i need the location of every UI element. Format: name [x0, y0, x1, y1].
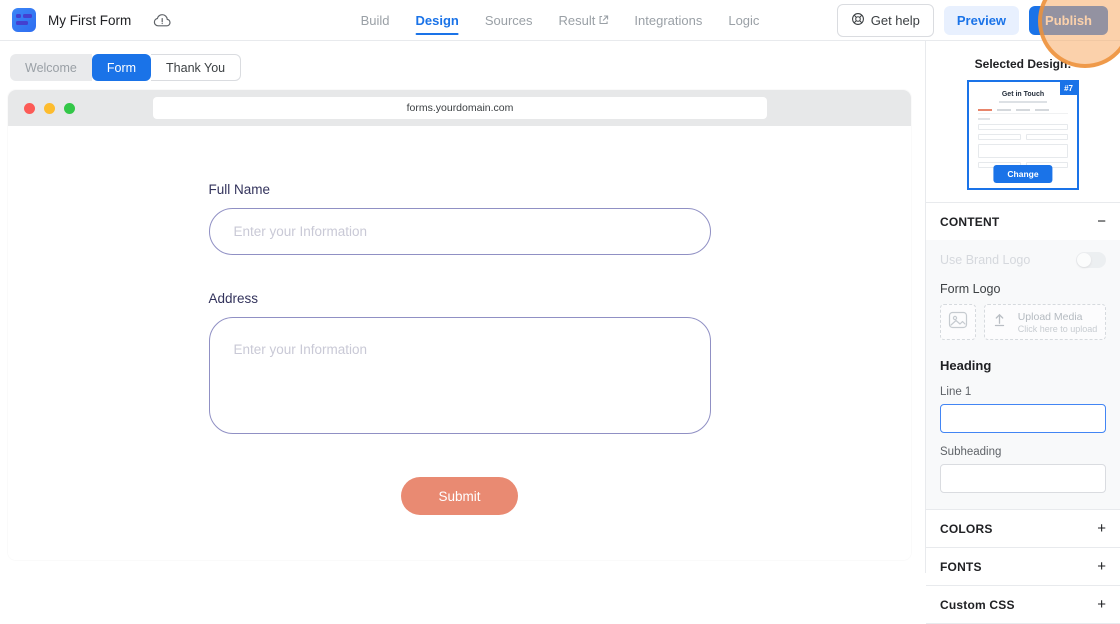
- heading-section-title: Heading: [940, 358, 992, 373]
- fonts-section-header[interactable]: FONTS +: [926, 548, 1120, 585]
- use-brand-logo-label: Use Brand Logo: [940, 253, 1031, 267]
- form-preview-canvas: forms.yourdomain.com Full Name Address S…: [8, 90, 911, 560]
- tab-welcome[interactable]: Welcome: [10, 54, 92, 81]
- form-title: My First Form: [48, 12, 132, 28]
- design-number-badge: #7: [1060, 82, 1077, 95]
- form-fields-column: Full Name Address Submit: [208, 126, 711, 560]
- collapse-icon: −: [1097, 213, 1106, 230]
- image-icon: [948, 311, 968, 334]
- submit-button[interactable]: Submit: [401, 477, 518, 515]
- cloud-sync-icon: [153, 13, 172, 28]
- publish-button[interactable]: Publish: [1029, 5, 1108, 35]
- field-label-full-name: Full Name: [208, 182, 271, 197]
- top-bar: My First Form Build Design Sources Resul…: [0, 0, 1120, 41]
- selected-design-thumbnail[interactable]: #7 Get in Touch Change: [967, 80, 1079, 190]
- traffic-light-yellow: [44, 102, 55, 114]
- expand-icon: +: [1097, 596, 1106, 613]
- line1-label: Line 1: [940, 386, 972, 398]
- address-textarea[interactable]: [208, 317, 711, 434]
- colors-section-header[interactable]: COLORS +: [926, 509, 1120, 547]
- tab-thank-you[interactable]: Thank You: [151, 54, 242, 81]
- nav-item-sources[interactable]: Sources: [485, 0, 533, 41]
- use-brand-logo-toggle[interactable]: [1076, 252, 1106, 268]
- subheading-label: Subheading: [940, 446, 1002, 458]
- preview-button[interactable]: Preview: [943, 5, 1020, 35]
- design-thumb-tabs: [978, 109, 1068, 114]
- nav-item-logic[interactable]: Logic: [728, 0, 759, 41]
- upload-media-dropzone[interactable]: Upload Media Click here to upload: [984, 304, 1106, 340]
- app-window: My First Form Build Design Sources Resul…: [0, 0, 1120, 624]
- main-nav: Build Design Sources Result Integrations…: [361, 0, 759, 41]
- traffic-light-red: [24, 102, 35, 114]
- help-lifebuoy-icon: [851, 12, 865, 29]
- expand-icon: +: [1097, 558, 1106, 575]
- traffic-lights: [24, 102, 75, 114]
- external-link-icon: [598, 0, 608, 41]
- upload-media-hint: Click here to upload: [1017, 323, 1098, 334]
- nav-item-result[interactable]: Result: [559, 0, 609, 41]
- content-section-header[interactable]: CONTENT −: [926, 202, 1120, 240]
- app-logo-icon[interactable]: [12, 8, 36, 32]
- tab-form[interactable]: Form: [91, 54, 152, 81]
- full-name-input[interactable]: [208, 208, 711, 255]
- use-brand-logo-row: Use Brand Logo: [940, 252, 1106, 268]
- field-label-address: Address: [208, 291, 259, 306]
- design-thumb-subtitle-bar: [999, 101, 1047, 103]
- nav-item-build[interactable]: Build: [361, 0, 390, 41]
- logo-placeholder-box[interactable]: [940, 304, 976, 340]
- upload-arrow-icon: [993, 313, 1006, 332]
- traffic-light-green: [64, 102, 75, 114]
- nav-item-integrations[interactable]: Integrations: [634, 0, 702, 41]
- topbar-actions: Get help Preview Publish: [836, 3, 1108, 37]
- selected-design-label: Selected Design:: [974, 57, 1072, 71]
- content-section-panel: Use Brand Logo Form Logo Upload Media Cl…: [926, 240, 1120, 509]
- expand-icon: +: [1097, 520, 1106, 537]
- form-preview-body: Full Name Address Submit: [8, 126, 911, 560]
- upload-media-label: Upload Media: [1017, 310, 1083, 323]
- form-logo-label: Form Logo: [940, 282, 1001, 296]
- design-sidebar: Selected Design: #7 Get in Touch Change …: [925, 41, 1120, 624]
- browser-chrome-bar: forms.yourdomain.com: [8, 90, 911, 126]
- page-step-tabs: Welcome Form Thank You: [10, 54, 242, 81]
- form-logo-upload-row: Upload Media Click here to upload: [940, 304, 1106, 340]
- subheading-input[interactable]: [940, 464, 1106, 493]
- get-help-button[interactable]: Get help: [836, 3, 934, 37]
- change-design-button[interactable]: Change: [993, 165, 1053, 183]
- custom-css-section-header[interactable]: Custom CSS +: [926, 586, 1120, 623]
- nav-item-design[interactable]: Design: [415, 0, 460, 41]
- line1-input[interactable]: [940, 404, 1106, 433]
- browser-url-bar: forms.yourdomain.com: [153, 97, 767, 119]
